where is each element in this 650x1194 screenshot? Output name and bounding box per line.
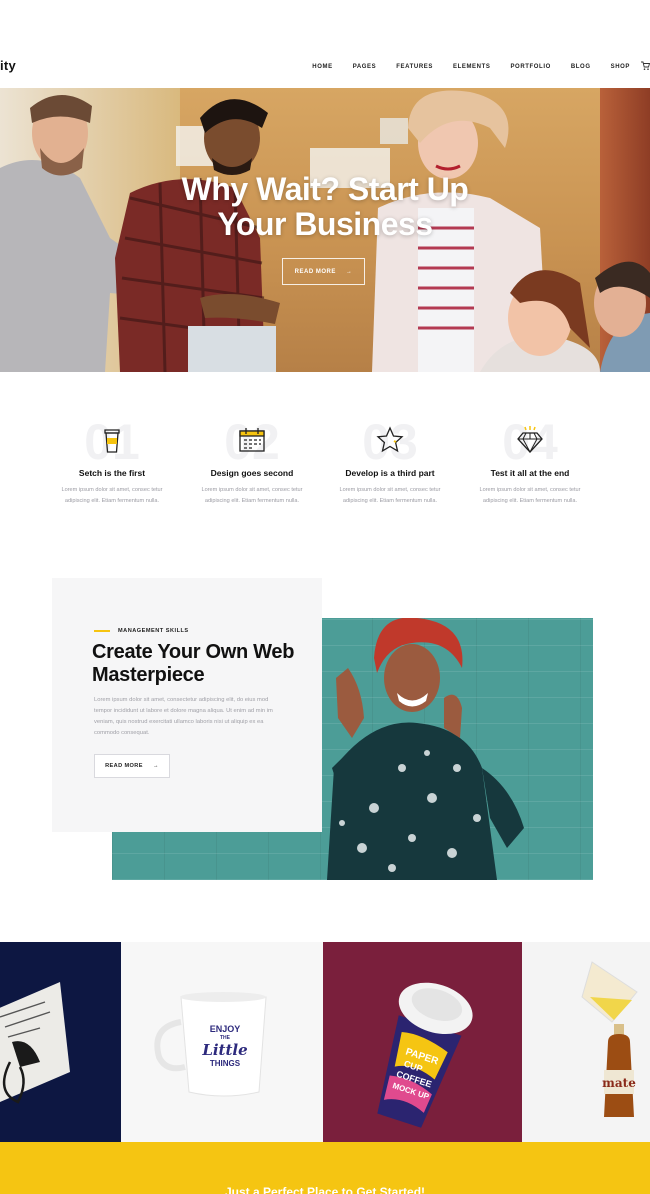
mug-text-line: ENJOY (209, 1024, 241, 1034)
paper-cup-image: PAPER CUP COFFEE MOCK UP (377, 982, 473, 1128)
feature-title: Test it all at the end (490, 468, 570, 478)
feature-item: 02 Design goes second Lorem ipsum dolor … (192, 417, 312, 507)
arrow-right-icon: → (152, 763, 159, 769)
nav-elements[interactable]: ELEMENTS (453, 64, 490, 70)
about-text: Lorem ipsum dolor sit amet, consectetur … (94, 697, 273, 736)
coffee-cup-icon (96, 424, 128, 456)
section-kicker: MANAGEMENT SKILLS (94, 628, 189, 634)
feature-title: Setch is the first (78, 468, 146, 478)
feature-item: 01 Setch is the first Lorem ipsum dolor … (52, 417, 172, 507)
kicker-bar (94, 630, 110, 632)
about-title: Create Your Own Web Masterpiece (92, 641, 295, 686)
nav-portfolio[interactable]: PORTFOLIO (510, 64, 550, 70)
business-card-image (0, 982, 70, 1104)
hero-button-label: READ MORE (294, 268, 336, 275)
about-read-more-button[interactable]: READ MORE → (94, 754, 170, 778)
nav-blog[interactable]: BLOG (571, 64, 591, 70)
cta-banner: Just a Perfect Place to Get Started! (0, 1142, 650, 1194)
nav-pages[interactable]: PAGES (353, 64, 377, 70)
bottle-image: mate (581, 961, 638, 1117)
hero-title-line2: Your Business (217, 206, 433, 242)
site-logo[interactable]: ity (0, 58, 16, 73)
hero-section: Why Wait? Start Up Your Business READ MO… (0, 88, 650, 372)
site-header: ity HOME PAGES FEATURES ELEMENTS PORTFOL… (0, 40, 650, 88)
hero-read-more-button[interactable]: READ MORE → (282, 258, 365, 285)
nav-shop[interactable]: SHOP (611, 64, 630, 70)
mug-text-line: Little (202, 1041, 248, 1059)
nav-features[interactable]: FEATURES (396, 64, 433, 70)
bottle-label: mate (602, 1076, 636, 1090)
feature-description: Lorem ipsum dolor sit amet, consec tetur… (479, 487, 581, 504)
main-nav: HOME PAGES FEATURES ELEMENTS PORTFOLIO B… (292, 64, 630, 70)
feature-title: Develop is a third part (345, 468, 435, 478)
portfolio-tile-bottle[interactable]: mate (522, 942, 650, 1142)
mug-text-line: THINGS (209, 1059, 241, 1068)
star-icon (374, 424, 406, 456)
about-button-label: READ MORE (105, 763, 143, 769)
arrow-right-icon: → (345, 268, 353, 275)
diamond-icon (514, 424, 546, 456)
portfolio-tile-mug[interactable]: ENJOY THE Little THINGS (121, 942, 323, 1142)
nav-home[interactable]: HOME (312, 64, 332, 70)
feature-description: Lorem ipsum dolor sit amet, consec tetur… (61, 487, 163, 504)
portfolio-tile-cards[interactable] (0, 942, 121, 1142)
kicker-text: MANAGEMENT SKILLS (118, 628, 189, 634)
feature-description: Lorem ipsum dolor sit amet, consec tetur… (201, 487, 303, 504)
calendar-icon (236, 424, 268, 456)
hero-title-part1: Why Wait? (181, 171, 340, 207)
feature-item: 04 Test it all at the end Lorem ipsum do… (470, 417, 590, 507)
feature-description: Lorem ipsum dolor sit amet, consec tetur… (339, 487, 441, 504)
hero-title-line1: Why Wait? Start Up (0, 171, 650, 208)
feature-title: Design goes second (210, 468, 294, 478)
about-card: MANAGEMENT SKILLS Create Your Own Web Ma… (52, 578, 322, 832)
portfolio-tile-cup[interactable]: PAPER CUP COFFEE MOCK UP (323, 942, 522, 1142)
hero-highlight-text: Start Up (347, 171, 469, 207)
hero-title-highlight: Start Up (347, 171, 477, 208)
feature-item: 03 Develop is a third part Lorem ipsum d… (330, 417, 450, 507)
cart-icon[interactable] (640, 61, 650, 71)
cta-text: Just a Perfect Place to Get Started! (224, 1185, 426, 1194)
